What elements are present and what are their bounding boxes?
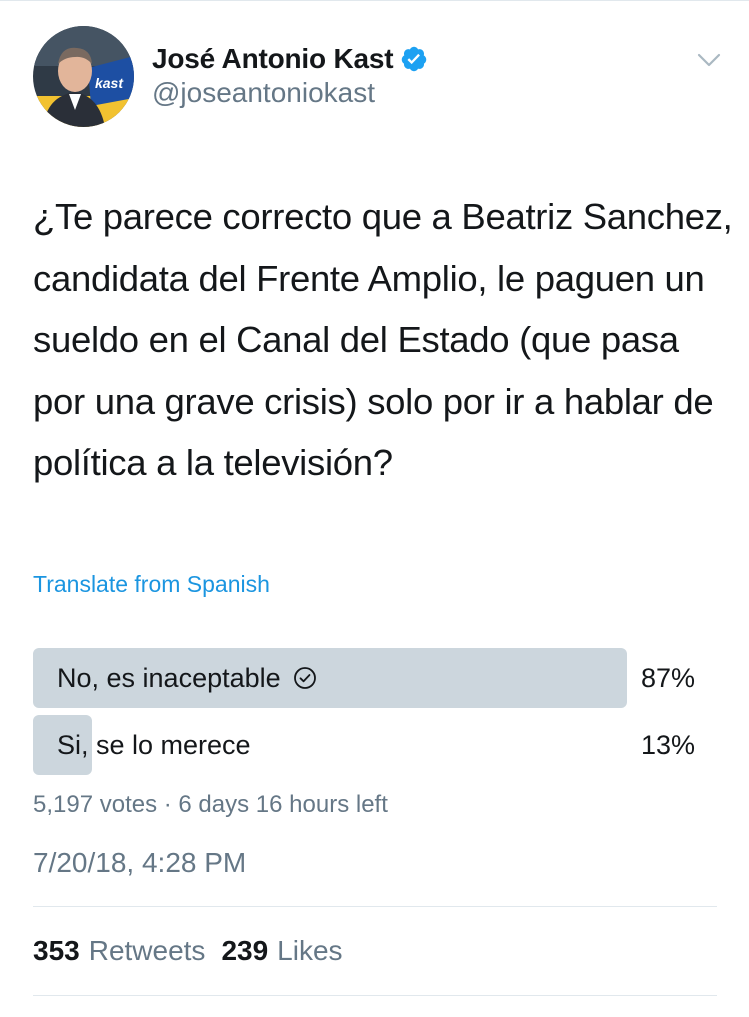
display-name[interactable]: José Antonio Kast xyxy=(152,43,394,75)
likes-count[interactable]: 239 xyxy=(221,935,268,967)
tweet-timestamp[interactable]: 7/20/18, 4:28 PM xyxy=(33,847,246,879)
verified-badge-icon xyxy=(402,46,427,72)
poll-option-1[interactable]: No, es inaceptable 87% xyxy=(33,648,695,708)
check-circle-icon xyxy=(293,667,316,689)
tweet-text: ¿Te parece correcto que a Beatriz Sanche… xyxy=(33,196,733,483)
avatar-image: kast xyxy=(33,26,134,127)
poll-option-label: Si, se lo merece xyxy=(57,730,251,760)
retweets-label[interactable]: Retweets xyxy=(89,935,206,967)
poll-meta: 5,197 votes · 6 days 16 hours left xyxy=(33,791,388,818)
author-handle[interactable]: @joseantoniokast xyxy=(152,77,375,109)
retweets-count[interactable]: 353 xyxy=(33,935,80,967)
divider xyxy=(33,995,717,996)
poll-option-percent: 13% xyxy=(640,730,695,760)
divider xyxy=(33,906,717,907)
author-name-row: José Antonio Kast xyxy=(152,41,428,77)
poll-option-percent: 87% xyxy=(640,663,695,693)
top-divider xyxy=(0,0,749,1)
avatar[interactable]: kast xyxy=(33,26,134,127)
chevron-down-icon[interactable] xyxy=(697,52,721,68)
translate-link[interactable]: Translate from Spanish xyxy=(33,571,270,598)
tweet-stats: 353 Retweets 239 Likes xyxy=(33,935,359,967)
avatar-badge-text: kast xyxy=(95,75,124,91)
poll-option-label: No, es inaceptable xyxy=(57,663,281,693)
poll-option-2[interactable]: Si, se lo merece 13% xyxy=(33,715,695,775)
likes-label[interactable]: Likes xyxy=(277,935,342,967)
